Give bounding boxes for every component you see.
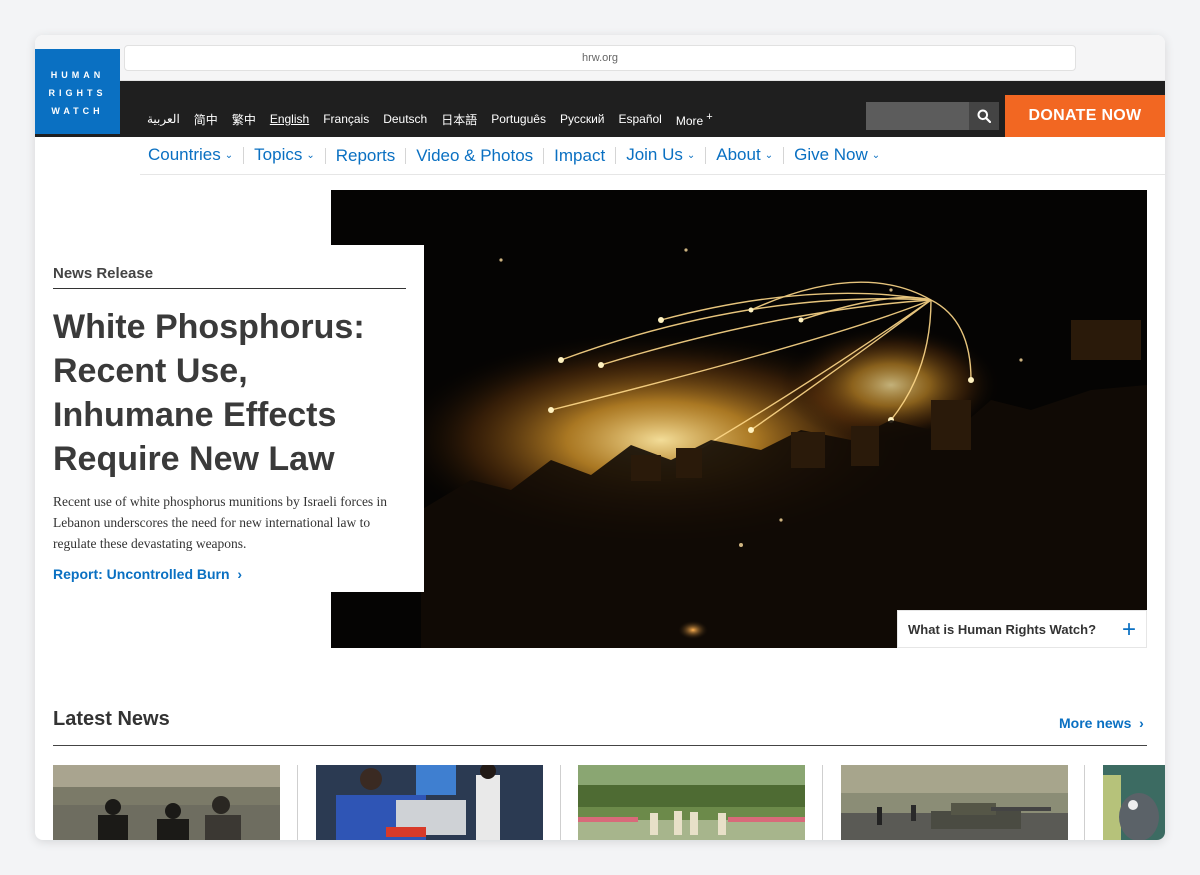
logo-line: WATCH	[51, 106, 104, 116]
nav-label: About	[716, 145, 761, 164]
address-bar[interactable]: hrw.org	[124, 45, 1076, 71]
hero-headline[interactable]: White Phosphorus: Recent Use, Inhumane E…	[53, 305, 406, 481]
thumbnail-separator	[822, 765, 823, 840]
main-nav: Countries ⌄ Topics ⌄ Reports Video & Photo…	[140, 137, 1165, 175]
chevron-down-icon: ⌄	[306, 150, 315, 161]
nav-label: Countries	[148, 145, 221, 164]
lang-russian[interactable]: Русский	[560, 112, 605, 126]
hrw-logo[interactable]: HUMAN RIGHTS WATCH	[35, 49, 120, 134]
chevron-right-icon: ›	[1139, 715, 1144, 731]
nav-label: Topics	[254, 145, 303, 164]
lang-traditional-chinese[interactable]: 繁中	[232, 111, 256, 128]
hero-photo	[331, 190, 1147, 648]
chevron-down-icon: ⌄	[764, 150, 774, 161]
lang-more-label: More	[675, 113, 704, 128]
lang-english[interactable]: English	[270, 112, 309, 126]
plus-icon: +	[706, 110, 713, 123]
thumbnail-separator	[1084, 765, 1085, 840]
nav-give-now[interactable]: Give Now ⌄	[783, 145, 890, 164]
hero-summary: Recent use of white phosphorus munitions…	[53, 494, 388, 551]
chevron-down-icon: ⌄	[871, 150, 881, 161]
news-photo	[578, 765, 805, 840]
nav-countries[interactable]: Countries ⌄	[140, 145, 243, 164]
language-selector: العربية 简中 繁中 English Français Deutsch 日…	[147, 109, 713, 129]
lang-portuguese[interactable]: Português	[491, 112, 546, 126]
lang-japanese[interactable]: 日本語	[441, 111, 477, 128]
lang-spanish[interactable]: Español	[618, 112, 661, 126]
news-thumbnail[interactable]	[316, 765, 543, 840]
news-thumbnail[interactable]	[578, 765, 805, 840]
hero-card: News Release White Phosphorus: Recent Us…	[35, 245, 424, 592]
lang-arabic[interactable]: العربية	[147, 112, 180, 126]
lang-simplified-chinese[interactable]: 简中	[194, 111, 218, 128]
news-photo	[841, 765, 1068, 840]
nav-label: Reports	[335, 145, 396, 165]
chevron-down-icon: ⌄	[686, 150, 696, 161]
browser-chrome: hrw.org	[35, 35, 1165, 81]
nav-label: Join Us	[626, 145, 683, 164]
logo-line: HUMAN	[50, 70, 105, 80]
browser-window: hrw.org HUMAN RIGHTS WATCH العربية 简中 繁中…	[35, 35, 1165, 840]
what-is-hrw-toggle[interactable]: What is Human Rights Watch? +	[897, 610, 1147, 648]
news-thumbnail[interactable]	[53, 765, 280, 840]
nav-label: Give Now	[794, 145, 868, 164]
search-icon	[977, 109, 991, 123]
thumbnail-separator	[297, 765, 298, 840]
more-news-link[interactable]: More news ›	[1059, 715, 1144, 731]
news-thumbnail[interactable]	[1103, 765, 1165, 840]
chevron-down-icon: ⌄	[224, 150, 234, 161]
news-thumbnail[interactable]	[841, 765, 1068, 840]
nav-impact[interactable]: Impact	[543, 145, 615, 165]
chevron-right-icon: ›	[237, 566, 242, 582]
logo-line: RIGHTS	[48, 88, 107, 98]
lang-french[interactable]: Français	[323, 112, 369, 126]
what-is-hrw-label: What is Human Rights Watch?	[908, 621, 1097, 637]
section-divider	[53, 745, 1147, 746]
more-news-label: More news	[1059, 715, 1132, 731]
nav-video-photos[interactable]: Video & Photos	[405, 145, 543, 165]
lang-german[interactable]: Deutsch	[383, 112, 427, 126]
news-photo	[1103, 765, 1165, 840]
nav-label: Impact	[554, 145, 606, 165]
nav-about[interactable]: About ⌄	[705, 145, 783, 164]
nav-join-us[interactable]: Join Us ⌄	[615, 145, 705, 164]
search-button[interactable]	[969, 102, 999, 130]
thumbnail-separator	[560, 765, 561, 840]
report-link[interactable]: Report: Uncontrolled Burn ›	[53, 566, 406, 582]
lang-more[interactable]: More +	[676, 111, 713, 128]
plus-icon: +	[1121, 616, 1136, 643]
nav-topics[interactable]: Topics ⌄	[243, 145, 325, 164]
search-input[interactable]	[866, 102, 969, 130]
news-photo	[53, 765, 280, 840]
latest-news-heading: Latest News	[53, 708, 170, 730]
hero-image[interactable]	[331, 190, 1147, 648]
latest-news-row	[53, 765, 1165, 840]
news-photo	[316, 765, 543, 840]
donate-button[interactable]: DONATE NOW	[1005, 95, 1165, 137]
hero-eyebrow: News Release	[53, 265, 406, 289]
report-link-label: Report: Uncontrolled Burn	[53, 566, 230, 582]
nav-reports[interactable]: Reports	[324, 145, 406, 165]
nav-label: Video & Photos	[416, 145, 534, 165]
